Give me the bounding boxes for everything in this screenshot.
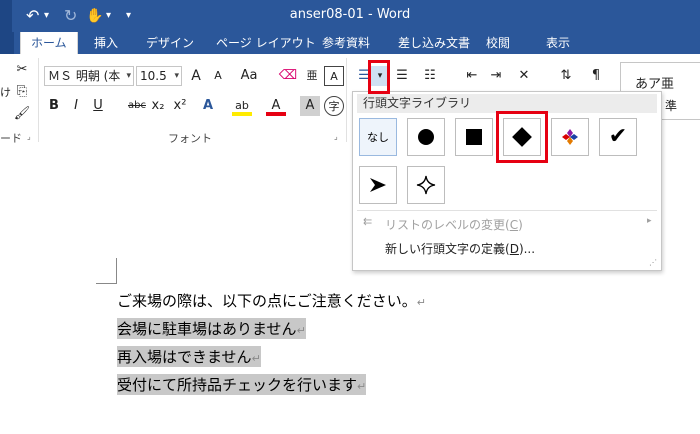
doc-line-selected[interactable]: 会場に駐車場はありません↵: [117, 318, 306, 339]
doc-text: 受付にて所持品チェックを行います: [117, 376, 358, 394]
bold-button[interactable]: B: [44, 96, 64, 116]
underline-button[interactable]: U: [88, 96, 108, 116]
font-name-value: ＭＳ 明朝 (本: [48, 69, 121, 83]
window-title: anser08-01 - Word: [289, 7, 411, 22]
grow-font-button[interactable]: A: [186, 66, 206, 86]
paste-label-fragment: け: [0, 86, 11, 99]
enclosed-char-icon[interactable]: 字: [324, 96, 344, 116]
annotation-highlight-diamond: [496, 111, 548, 163]
menu-label: リストのレベルの変更(: [385, 218, 510, 232]
font-group-label: フォント: [168, 132, 212, 145]
file-tab[interactable]: [0, 32, 14, 54]
check-mark-icon: ✔: [608, 124, 628, 149]
superscript-button[interactable]: x²: [170, 96, 190, 116]
access-key: C: [509, 218, 519, 232]
clipboard-launcher-icon[interactable]: ⌟: [27, 132, 31, 141]
increase-indent-icon[interactable]: ⇥: [486, 66, 506, 86]
bullet-option-none[interactable]: なし: [359, 118, 397, 156]
annotation-highlight-dropdown: [368, 60, 390, 94]
font-launcher-icon[interactable]: ⌟: [334, 132, 338, 141]
access-key: D: [509, 242, 519, 256]
clipboard-group-label: ード: [0, 132, 22, 145]
doc-text: ご来場の際は、以下の点にご注意ください。: [117, 292, 417, 310]
change-list-level-item[interactable]: リストのレベルの変更(C): [385, 216, 523, 233]
paragraph-mark: ↵: [296, 324, 306, 337]
margin-corner-mark: [116, 258, 117, 284]
subscript-button[interactable]: x₂: [148, 96, 168, 116]
bullet-option-check[interactable]: ✔: [599, 118, 637, 156]
tab-design[interactable]: デザイン: [136, 32, 204, 54]
text-effects-icon[interactable]: A: [198, 96, 218, 116]
group-separator: [38, 58, 39, 142]
filled-square-icon: [466, 129, 482, 145]
tab-insert[interactable]: 挿入: [84, 32, 128, 54]
clear-format-icon[interactable]: ⌫: [278, 66, 298, 86]
asian-layout-icon[interactable]: ✕: [514, 66, 534, 86]
bullet-option-square[interactable]: [455, 118, 493, 156]
char-shading-icon[interactable]: A: [300, 96, 320, 116]
tab-page-layout[interactable]: ページ レイアウト: [206, 32, 326, 54]
format-painter-icon[interactable]: 🖌: [12, 104, 32, 124]
style-preview-text: あア亜: [635, 77, 675, 92]
font-name-combo[interactable]: ＭＳ 明朝 (本 ▾: [44, 66, 134, 86]
chevron-down-icon: ▾: [126, 71, 131, 81]
numbering-icon[interactable]: ☰: [392, 66, 412, 86]
bullet-option-four-diamond[interactable]: [551, 118, 589, 156]
menu-label: 新しい行頭文字の定義(: [385, 242, 510, 256]
ribbon-tab-bar: ホーム 挿入 デザイン ページ レイアウト 参考資料 差し込み文書 校閲 表示: [0, 32, 700, 54]
paragraph-mark: ↵: [251, 352, 261, 365]
font-size-combo[interactable]: 10.5 ▾: [136, 66, 182, 86]
sort-icon[interactable]: ⇅: [556, 66, 576, 86]
bullet-none-label: なし: [367, 131, 389, 144]
submenu-arrow-icon: ▸: [647, 216, 652, 226]
arrowhead-icon: [370, 178, 386, 192]
show-marks-icon[interactable]: ¶: [586, 66, 606, 86]
highlight-icon[interactable]: ab: [232, 96, 252, 116]
margin-corner-mark: [96, 283, 116, 284]
group-separator: [346, 58, 347, 142]
paragraph-mark: ↵: [416, 296, 426, 309]
shrink-font-button[interactable]: A: [208, 66, 228, 86]
menu-divider: [357, 210, 657, 211]
italic-button[interactable]: I: [66, 96, 86, 116]
list-level-icon: ⇇: [363, 215, 373, 228]
doc-text: 再入場はできません: [117, 348, 252, 366]
four-diamond-icon: [562, 129, 578, 145]
chevron-down-icon: ▾: [174, 71, 179, 81]
tab-home[interactable]: ホーム: [20, 32, 78, 54]
bullet-option-arrowhead[interactable]: [359, 166, 397, 204]
doc-line-selected[interactable]: 受付にて所持品チェックを行います↵: [117, 374, 367, 395]
doc-text: 会場に駐車場はありません: [117, 320, 297, 338]
menu-label-end: )...: [518, 242, 536, 256]
doc-line-intro[interactable]: ご来場の際は、以下の点にご注意ください。↵: [117, 290, 426, 311]
tab-references[interactable]: 参考資料: [312, 32, 380, 54]
resize-grip-icon[interactable]: ⋰: [649, 258, 657, 267]
font-color-icon[interactable]: A: [266, 96, 286, 116]
phonetic-guide-icon[interactable]: 亜: [302, 66, 322, 86]
tab-mailings[interactable]: 差し込み文書: [388, 32, 480, 54]
doc-line-selected[interactable]: 再入場はできません↵: [117, 346, 261, 367]
four-point-star-icon: [416, 175, 436, 195]
decrease-indent-icon[interactable]: ⇤: [462, 66, 482, 86]
filled-circle-icon: [418, 129, 434, 145]
font-size-value: 10.5: [140, 69, 167, 83]
cut-icon[interactable]: ✂: [12, 60, 32, 80]
tab-view[interactable]: 表示: [536, 32, 580, 54]
bullet-option-circle[interactable]: [407, 118, 445, 156]
strikethrough-button[interactable]: abc: [124, 96, 150, 116]
change-case-button[interactable]: Aa: [236, 66, 262, 86]
define-new-bullet-item[interactable]: 新しい行頭文字の定義(D)...: [385, 240, 535, 257]
bullet-option-star[interactable]: [407, 166, 445, 204]
tab-review[interactable]: 校閲: [476, 32, 520, 54]
style-name: 準: [665, 99, 678, 113]
paragraph-mark: ↵: [357, 380, 367, 393]
multilevel-list-icon[interactable]: ☷: [420, 66, 440, 86]
menu-label-end: ): [518, 218, 523, 232]
title-bar: ↶ ▾ ↻ ✋ ▾ ▾ anser08-01 - Word: [0, 0, 700, 32]
copy-icon[interactable]: ⎘: [12, 82, 32, 102]
enclose-char-icon[interactable]: A: [324, 66, 344, 86]
